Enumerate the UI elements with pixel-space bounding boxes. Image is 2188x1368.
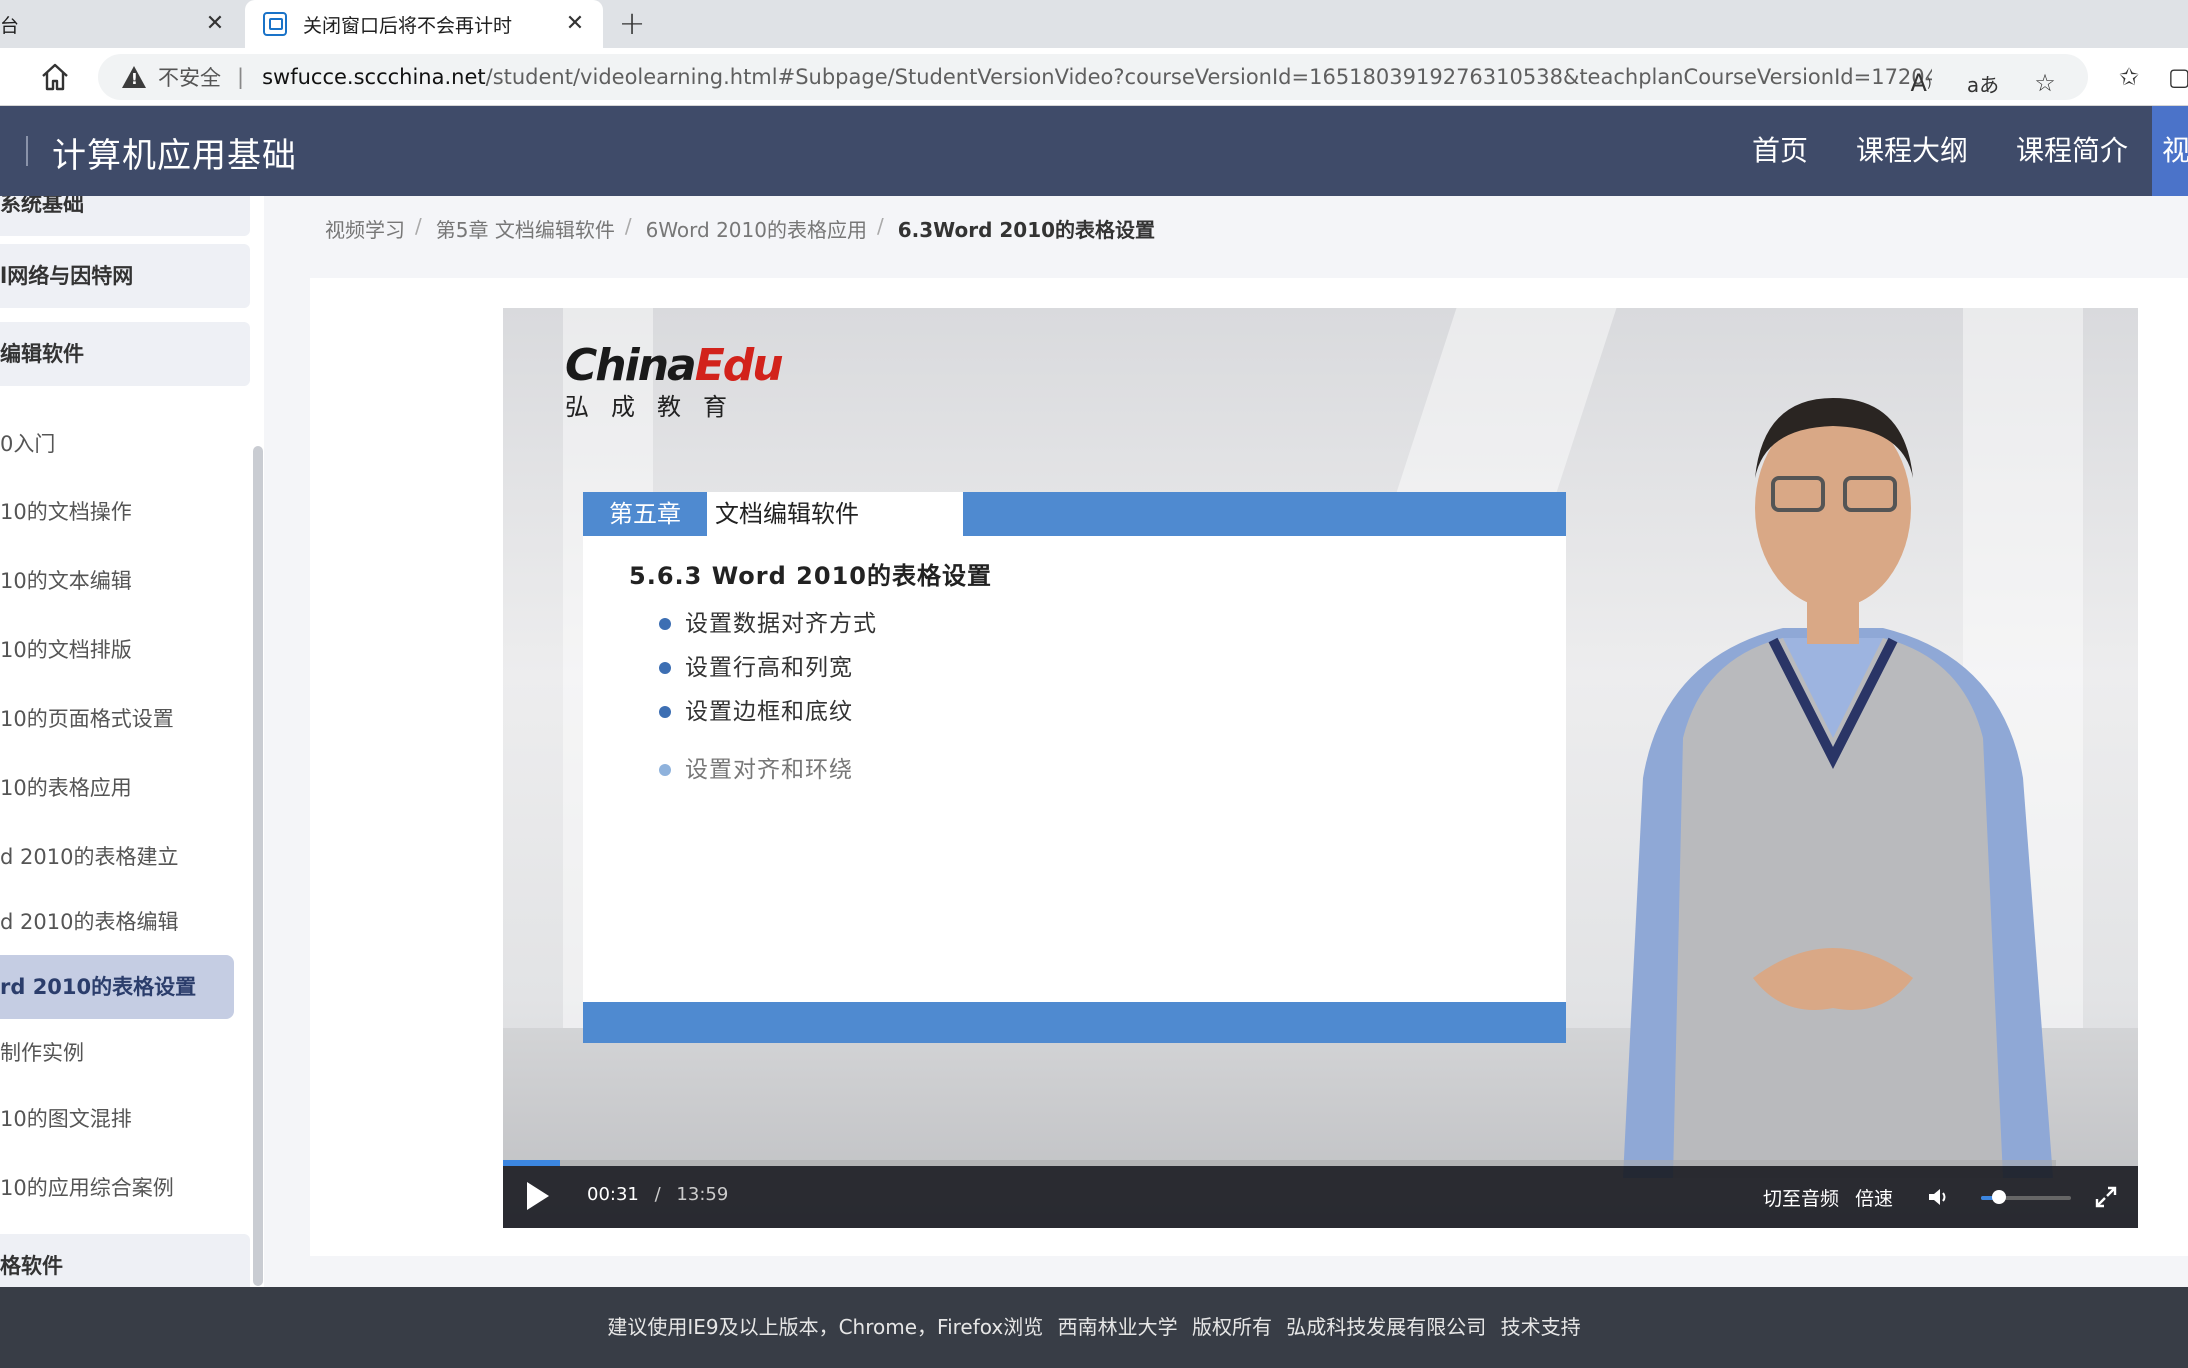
title-divider: [26, 136, 28, 166]
site-favicon-icon: [263, 12, 287, 36]
collections-icon[interactable]: ▢: [2168, 58, 2188, 96]
sidebar-lesson[interactable]: 制作实例: [0, 1023, 250, 1083]
sidebar-lesson[interactable]: 0入门: [0, 414, 250, 474]
course-sidebar: 系统基础 l网络与因特网 编辑软件 0入门 10的文档操作 10的文本编辑 10…: [0, 196, 264, 1287]
new-tab-button[interactable]: +: [614, 6, 650, 42]
sidebar-lesson[interactable]: 10的文档排版: [0, 620, 250, 680]
slide-bullet-faded: 设置对齐和环绕: [659, 748, 877, 792]
sidebar-chapter-expanded[interactable]: 编辑软件: [0, 322, 250, 386]
sidebar-lesson[interactable]: 10的图文混排: [0, 1089, 250, 1149]
translate-icon[interactable]: aあ: [1964, 64, 2002, 102]
url-host: swfucce.sccchina.net: [262, 65, 486, 89]
page-footer: 建议使用IE9及以上版本，Chrome，Firefox浏览 西南林业大学 版权所…: [0, 1287, 2188, 1368]
browser-address-bar: 不安全 | swfucce.sccchina.net/student/video…: [0, 48, 2188, 106]
tab-close-icon[interactable]: ✕: [201, 10, 229, 38]
main-nav: 首页 课程大纲 课程简介 视: [1728, 106, 2188, 196]
insecure-label: 不安全: [158, 66, 221, 90]
read-aloud-icon[interactable]: A): [1902, 64, 1940, 102]
url-text: swfucce.sccchina.net/student/videolearni…: [262, 65, 1932, 89]
breadcrumb-item[interactable]: 第5章 文档编辑软件: [436, 214, 615, 243]
sidebar-chapter[interactable]: 系统基础: [0, 196, 250, 236]
url-separator: |: [237, 65, 245, 89]
slide-heading: 5.6.3 Word 2010的表格设置: [629, 562, 992, 590]
current-time: 00:31: [587, 1184, 639, 1205]
nav-home[interactable]: 首页: [1728, 106, 1832, 196]
play-icon[interactable]: [527, 1182, 549, 1210]
favorite-add-icon[interactable]: ☆: [2026, 64, 2064, 102]
playback-speed-button[interactable]: 倍速: [1855, 1184, 1893, 1211]
url-input[interactable]: 不安全 | swfucce.sccchina.net/student/video…: [98, 54, 2088, 100]
sidebar-lesson[interactable]: d 2010的表格编辑: [0, 892, 250, 952]
sidebar-lesson[interactable]: d 2010的表格建立: [0, 827, 250, 887]
volume-icon[interactable]: [1927, 1186, 1949, 1208]
breadcrumb-separator: /: [876, 214, 884, 238]
player-controls: 00:31 / 13:59 切至音频 倍速: [503, 1160, 2138, 1228]
browser-tab-current[interactable]: 关闭窗口后将不会再计时 ✕: [245, 0, 603, 48]
slide-bullet: 设置行高和列宽: [659, 646, 877, 690]
breadcrumb-separator: /: [624, 214, 632, 238]
breadcrumb: 视频学习 / 第5章 文档编辑软件 / 6Word 2010的表格应用 / 6.…: [325, 214, 1165, 243]
lecture-slide: 第五章 文档编辑软件 5.6.3 Word 2010的表格设置 设置数据对齐方式…: [583, 492, 1566, 1043]
site-header: 计算机应用基础 首页 课程大纲 课程简介 视: [0, 106, 2188, 196]
video-player[interactable]: ChinaEdu 弘成教育 第五章 文档编辑软件 5.6.3 Word 2010…: [503, 308, 2138, 1228]
sidebar-lesson[interactable]: 10的文档操作: [0, 482, 250, 542]
nav-video-learning[interactable]: 视: [2152, 106, 2188, 196]
breadcrumb-current: 6.3Word 2010的表格设置: [897, 218, 1156, 242]
switch-to-audio-button[interactable]: 切至音频: [1763, 1184, 1839, 1211]
breadcrumb-separator: /: [415, 214, 422, 238]
browser-tab-previous[interactable]: 台 ✕: [0, 0, 243, 48]
slide-bullet-list: 设置数据对齐方式 设置行高和列宽 设置边框和底纹 设置对齐和环绕: [659, 602, 877, 792]
slide-footer-bar: [583, 1002, 1566, 1043]
time-display: 00:31 / 13:59: [587, 1184, 728, 1205]
presenter-figure: [1623, 398, 2053, 1178]
tab-close-icon[interactable]: ✕: [561, 10, 589, 38]
browser-toolbar-actions: ✩ ▢: [2086, 58, 2188, 96]
time-separator: /: [654, 1184, 661, 1205]
slide-bullet: 设置数据对齐方式: [659, 602, 877, 646]
progress-bar[interactable]: [503, 1160, 2056, 1166]
breadcrumb-item[interactable]: 6Word 2010的表格应用: [646, 214, 867, 243]
nav-course-intro[interactable]: 课程简介: [1992, 106, 2152, 196]
warning-icon: [122, 66, 146, 88]
duration: 13:59: [676, 1184, 729, 1205]
sidebar-lesson[interactable]: 10的页面格式设置: [0, 689, 250, 749]
tab-title: 台: [0, 14, 20, 37]
favorites-icon[interactable]: ✩: [2110, 58, 2148, 96]
sidebar-lesson[interactable]: 10的表格应用: [0, 758, 250, 818]
sidebar-lesson-current[interactable]: rd 2010的表格设置: [0, 955, 234, 1019]
home-icon[interactable]: [38, 60, 72, 94]
nav-syllabus[interactable]: 课程大纲: [1832, 106, 1992, 196]
course-title: 计算机应用基础: [52, 136, 297, 176]
breadcrumb-item[interactable]: 视频学习: [325, 214, 405, 243]
progress-fill: [503, 1160, 561, 1166]
slide-bullet: 设置边框和底纹: [659, 690, 877, 734]
logo-text-china: China: [565, 340, 697, 391]
browser-tab-bar: 台 ✕ 关闭窗口后将不会再计时 ✕ +: [0, 0, 2188, 48]
sidebar-scrollbar[interactable]: [253, 446, 263, 1286]
slide-chapter-name: 文档编辑软件: [707, 492, 963, 536]
logo-subtitle: 弘成教育: [565, 393, 749, 421]
volume-slider[interactable]: [1981, 1190, 2071, 1204]
fullscreen-icon[interactable]: [2095, 1186, 2117, 1208]
chinaedu-logo: ChinaEdu 弘成教育: [565, 340, 784, 422]
sidebar-chapter[interactable]: l网络与因特网: [0, 244, 250, 308]
sidebar-chapter[interactable]: 格软件: [0, 1234, 250, 1287]
slide-chapter-tag: 第五章: [583, 492, 707, 536]
logo-text-edu: Edu: [694, 340, 784, 391]
sidebar-lesson[interactable]: 10的应用综合案例: [0, 1158, 250, 1218]
volume-handle[interactable]: [1992, 1190, 2006, 1204]
url-path: /student/videolearning.html#Subpage/Stud…: [485, 65, 1933, 89]
address-bar-actions: A) aあ ☆: [1878, 64, 2064, 102]
tab-title: 关闭窗口后将不会再计时: [303, 14, 513, 37]
sidebar-lesson[interactable]: 10的文本编辑: [0, 551, 250, 611]
